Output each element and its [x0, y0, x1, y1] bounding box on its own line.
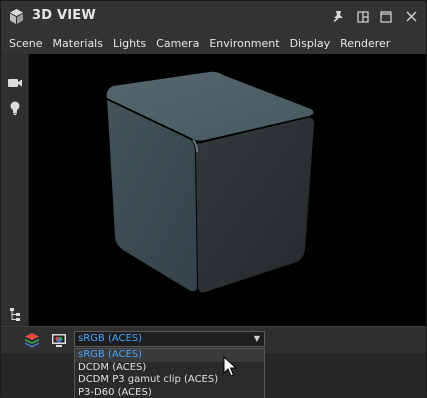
- color-space-select[interactable]: sRGB (ACES) ▼: [74, 331, 265, 347]
- maximize-button[interactable]: [377, 8, 394, 25]
- close-button[interactable]: [403, 8, 420, 25]
- chevron-down-icon: ▼: [254, 334, 260, 343]
- menu-camera[interactable]: Camera: [151, 37, 204, 50]
- layers-icon[interactable]: [24, 332, 40, 348]
- close-icon: [406, 11, 417, 22]
- pin-button[interactable]: [330, 8, 347, 25]
- title-bar: 3D VIEW: [1, 1, 426, 32]
- display-color-icon[interactable]: [51, 332, 67, 348]
- cube-icon: [8, 8, 25, 25]
- menu-environment[interactable]: Environment: [204, 37, 284, 50]
- layout-button[interactable]: [354, 8, 371, 25]
- pin-icon: [332, 10, 345, 23]
- maximize-icon: [380, 11, 392, 23]
- menu-materials[interactable]: Materials: [48, 37, 108, 50]
- color-space-option[interactable]: P3-D60 (ACES): [75, 387, 264, 398]
- menu-scene[interactable]: Scene: [1, 37, 48, 50]
- 3d-viewport[interactable]: [29, 54, 426, 326]
- menu-bar: Scene Materials Lights Camera Environmen…: [1, 32, 426, 54]
- 3d-view-window: 3D VIEW Sce: [0, 0, 427, 397]
- menu-display[interactable]: Display: [285, 37, 336, 50]
- mouse-cursor-icon: [223, 356, 237, 378]
- menu-renderer[interactable]: Renderer: [335, 37, 395, 50]
- cube-right-face: [196, 118, 314, 293]
- cube-render: [29, 54, 426, 326]
- left-toolbar: [1, 54, 29, 326]
- layout-icon: [357, 11, 369, 23]
- hierarchy-icon[interactable]: [7, 306, 23, 322]
- color-space-value: sRGB (ACES): [78, 333, 142, 344]
- light-bulb-icon[interactable]: [7, 100, 23, 116]
- camera-icon[interactable]: [7, 75, 23, 91]
- menu-lights[interactable]: Lights: [108, 37, 151, 50]
- window-title: 3D VIEW: [32, 8, 96, 23]
